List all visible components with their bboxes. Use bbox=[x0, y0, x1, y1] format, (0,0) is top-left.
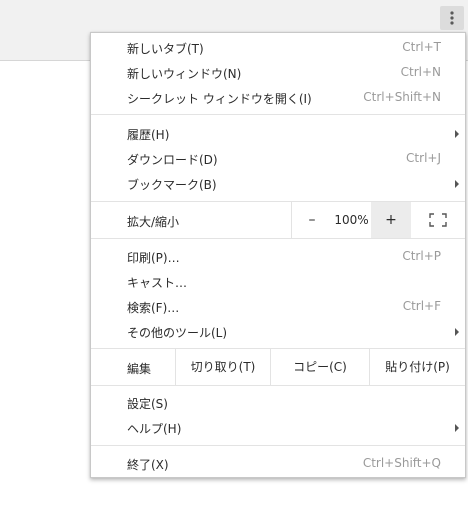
submenu-arrow-icon bbox=[455, 130, 459, 138]
menu-item-label: キャスト… bbox=[127, 276, 188, 290]
menu-item-shortcut: Ctrl+Shift+Q bbox=[362, 456, 441, 470]
menu-item-more-tools[interactable]: その他のツール(L) bbox=[91, 319, 465, 343]
menu-separator bbox=[91, 445, 465, 446]
menu-item-new-incognito-window[interactable]: シークレット ウィンドウを開く(I) Ctrl+Shift+N bbox=[91, 85, 465, 109]
submenu-arrow-icon bbox=[455, 328, 459, 336]
zoom-level: 100% bbox=[334, 213, 369, 227]
fullscreen-icon bbox=[429, 213, 447, 227]
menu-separator bbox=[91, 385, 465, 386]
paste-button[interactable]: 貼り付け(P) bbox=[370, 349, 465, 385]
edit-label: 編集 bbox=[127, 362, 152, 376]
menu-item-exit[interactable]: 終了(X) Ctrl+Shift+Q bbox=[91, 451, 465, 475]
menu-item-settings[interactable]: 設定(S) bbox=[91, 390, 465, 414]
menu-item-label: ヘルプ(H) bbox=[127, 422, 182, 436]
menu-item-label: その他のツール(L) bbox=[127, 326, 228, 340]
zoom-row: 拡大/縮小 – 100% + bbox=[91, 202, 465, 238]
menu-item-history[interactable]: 履歴(H) bbox=[91, 121, 465, 145]
chrome-main-menu: 新しいタブ(T) Ctrl+T 新しいウィンドウ(N) Ctrl+N シークレッ… bbox=[90, 32, 466, 478]
menu-item-label: 終了(X) bbox=[127, 458, 169, 472]
menu-item-shortcut: Ctrl+F bbox=[402, 299, 441, 313]
menu-item-label: 新しいウィンドウ(N) bbox=[127, 67, 242, 81]
menu-item-label: 印刷(P)… bbox=[127, 251, 180, 265]
menu-separator bbox=[91, 238, 465, 239]
menu-item-label: ブックマーク(B) bbox=[127, 178, 217, 192]
cut-button[interactable]: 切り取り(T) bbox=[176, 349, 270, 385]
menu-item-shortcut: Ctrl+T bbox=[402, 40, 441, 54]
submenu-arrow-icon bbox=[455, 424, 459, 432]
menu-item-label: ダウンロード(D) bbox=[127, 153, 218, 167]
menu-item-new-tab[interactable]: 新しいタブ(T) Ctrl+T bbox=[91, 35, 465, 59]
zoom-out-button[interactable]: – bbox=[292, 202, 332, 238]
menu-item-bookmarks[interactable]: ブックマーク(B) bbox=[91, 171, 465, 195]
menu-item-print[interactable]: 印刷(P)… Ctrl+P bbox=[91, 244, 465, 268]
menu-item-label: 新しいタブ(T) bbox=[127, 42, 204, 56]
more-menu-button[interactable] bbox=[440, 6, 464, 30]
menu-item-label: 履歴(H) bbox=[127, 128, 170, 142]
menu-item-help[interactable]: ヘルプ(H) bbox=[91, 415, 465, 439]
menu-item-downloads[interactable]: ダウンロード(D) Ctrl+J bbox=[91, 146, 465, 170]
menu-item-label: 設定(S) bbox=[127, 397, 168, 411]
copy-button[interactable]: コピー(C) bbox=[271, 349, 369, 385]
menu-item-cast[interactable]: キャスト… bbox=[91, 269, 465, 293]
zoom-label: 拡大/縮小 bbox=[127, 215, 180, 229]
menu-item-shortcut: Ctrl+N bbox=[400, 65, 441, 79]
menu-item-label: 検索(F)… bbox=[127, 301, 180, 315]
three-dots-vertical-icon bbox=[450, 11, 454, 25]
menu-item-new-window[interactable]: 新しいウィンドウ(N) Ctrl+N bbox=[91, 60, 465, 84]
edit-row: 編集 切り取り(T) コピー(C) 貼り付け(P) bbox=[91, 349, 465, 385]
menu-item-label: シークレット ウィンドウを開く(I) bbox=[127, 92, 312, 106]
menu-item-find[interactable]: 検索(F)… Ctrl+F bbox=[91, 294, 465, 318]
menu-item-shortcut: Ctrl+Shift+N bbox=[363, 90, 441, 104]
fullscreen-button[interactable] bbox=[411, 202, 465, 238]
menu-item-shortcut: Ctrl+P bbox=[402, 249, 441, 263]
submenu-arrow-icon bbox=[455, 180, 459, 188]
menu-separator bbox=[91, 114, 465, 115]
zoom-in-button[interactable]: + bbox=[371, 202, 411, 238]
menu-item-shortcut: Ctrl+J bbox=[406, 151, 441, 165]
